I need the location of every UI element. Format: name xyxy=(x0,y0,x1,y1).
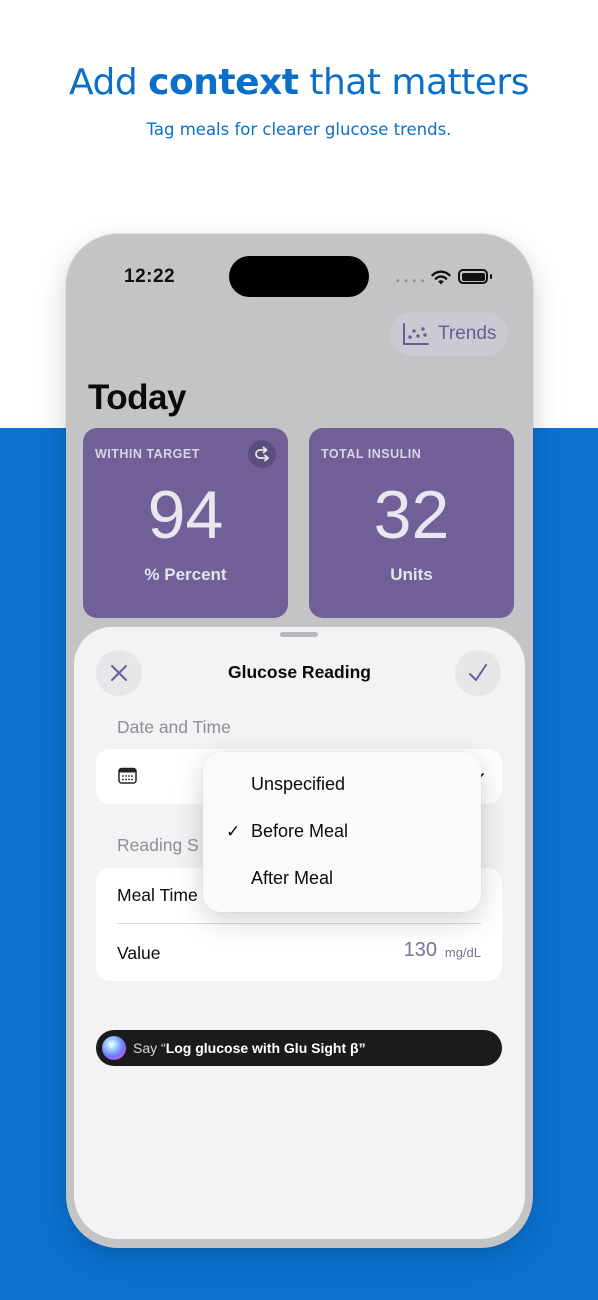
menu-item-after-meal[interactable]: After Meal xyxy=(251,868,333,889)
meal-time-label[interactable]: Meal Time xyxy=(117,885,198,906)
card-unit: Units xyxy=(390,565,433,584)
card-title: TOTAL INSULIN xyxy=(321,447,422,461)
menu-item-before-meal[interactable]: Before Meal xyxy=(251,821,348,842)
dynamic-island xyxy=(229,256,369,297)
status-icons: • • • • xyxy=(396,268,496,288)
cellular-icon: • • • • xyxy=(396,276,426,287)
trends-label: Trends xyxy=(438,323,497,344)
total-insulin-card[interactable]: TOTAL INSULIN 32 Units xyxy=(309,428,514,618)
siri-tip-text: Say “Log glucose with Glu Sight β” xyxy=(133,1040,366,1056)
sheet-grabber[interactable] xyxy=(280,632,318,637)
reading-section-label: Reading S xyxy=(117,835,199,855)
battery-icon xyxy=(458,269,488,284)
trends-button[interactable]: Trends xyxy=(390,312,508,356)
row-divider xyxy=(117,923,481,924)
confirm-button[interactable] xyxy=(455,650,501,696)
phone-frame: 12:22 • • • • Trends Today WITHIN TARGET xyxy=(66,234,533,1248)
battery-nub xyxy=(490,274,492,279)
card-value: 32 xyxy=(373,477,450,553)
card-unit: % Percent xyxy=(144,565,227,584)
glucose-reading-sheet: Glucose Reading Date and Time ▬▬▬ ▬▬ ▬▬▬… xyxy=(74,627,525,1239)
date-section-label: Date and Time xyxy=(117,717,231,737)
checkmark-icon: ✓ xyxy=(226,822,241,841)
promo-headline: Add context that matters xyxy=(69,62,529,103)
card-value: 94 xyxy=(147,477,224,553)
page-title: Today xyxy=(88,378,186,417)
calendar-icon xyxy=(118,767,137,784)
meal-time-menu: Unspecified ✓ Before Meal After Meal xyxy=(203,752,481,912)
swap-icon[interactable] xyxy=(248,440,276,468)
glucose-unit: mg/dL xyxy=(444,945,481,960)
siri-icon xyxy=(102,1036,126,1060)
status-time: 12:22 xyxy=(124,266,176,287)
card-title: WITHIN TARGET xyxy=(95,447,200,461)
menu-item-unspecified[interactable]: Unspecified xyxy=(251,774,345,795)
wifi-icon xyxy=(431,270,451,285)
glucose-value[interactable]: 130 xyxy=(404,939,437,962)
within-target-card[interactable]: WITHIN TARGET 94 % Percent xyxy=(83,428,288,618)
promo-subtitle: Tag meals for clearer glucose trends. xyxy=(146,120,452,139)
value-label: Value xyxy=(117,943,161,963)
scatter-chart-icon xyxy=(403,323,429,345)
checkmark-icon xyxy=(469,664,487,681)
siri-tip[interactable]: Say “Log glucose with Glu Sight β” xyxy=(96,1030,502,1066)
